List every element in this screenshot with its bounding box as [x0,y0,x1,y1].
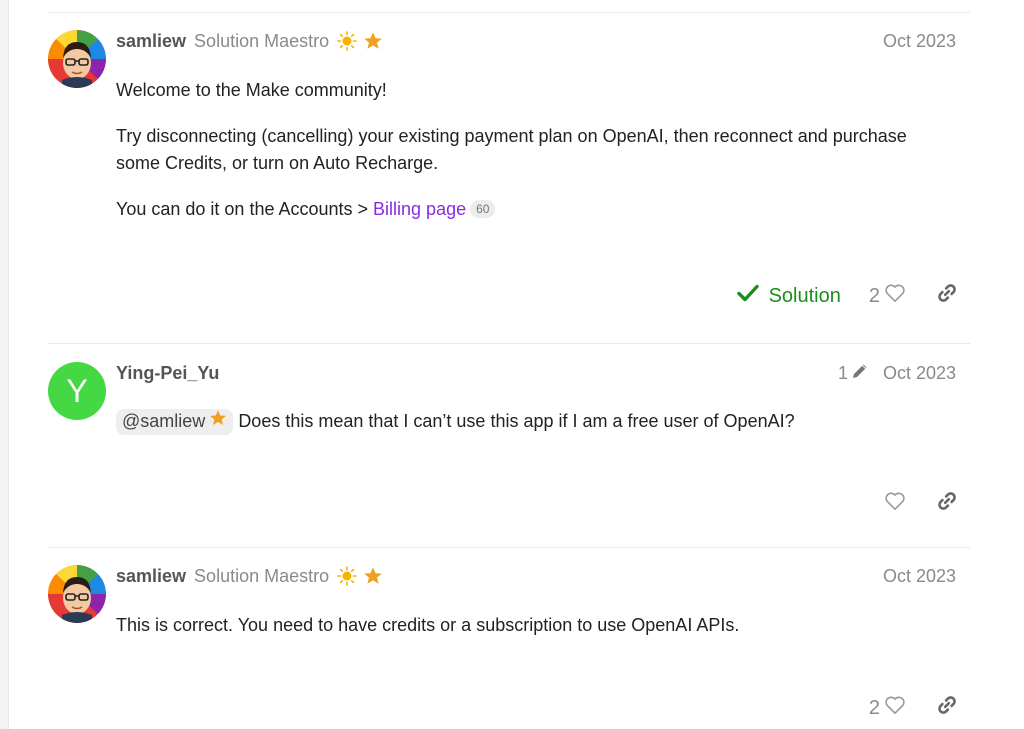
post-meta: samliew Solution Maestro Oct 2023 [116,565,956,587]
share-link-button[interactable] [936,282,958,310]
top-divider [48,12,970,13]
post-actions [884,490,970,518]
like-button[interactable]: 2 [869,283,906,309]
share-link-button[interactable] [936,490,958,518]
post-date[interactable]: Oct 2023 [883,566,956,587]
post-date[interactable]: Oct 2023 [883,31,956,52]
like-button[interactable]: 2 [869,695,906,721]
paragraph: @samliew Does this mean that I can’t use… [116,408,930,435]
share-link-button[interactable] [936,694,958,722]
avatar[interactable] [48,565,106,623]
post-date[interactable]: Oct 2023 [883,363,956,384]
post-divider [48,547,970,548]
mention-samliew[interactable]: @samliew [116,408,234,435]
post-text: Does this mean that I can’t use this app… [238,411,795,431]
username[interactable]: samliew [116,566,186,587]
heart-icon [884,283,906,309]
pencil-icon [851,362,869,385]
star-icon [363,31,383,51]
user-title: Solution Maestro [194,565,330,586]
post-1: samliew Solution Maestro Oct 2023 Welcom… [48,30,970,330]
star-icon [363,566,383,586]
post-2: Y Ying-Pei_Yu 1 Oct 2023 @samliew Does t… [48,362,970,542]
heart-icon [884,695,906,721]
like-button[interactable] [884,491,906,517]
edit-history[interactable]: 1 [838,362,869,385]
edit-count: 1 [837,362,848,383]
post-actions: Solution 2 [736,282,970,310]
link-prefix-text: You can do it on the Accounts > [116,199,374,219]
avatar[interactable]: Y [48,362,106,420]
heart-icon [884,491,906,517]
username[interactable]: Ying-Pei_Yu [116,363,219,384]
post-meta: Ying-Pei_Yu 1 Oct 2023 [116,362,956,384]
paragraph: You can do it on the Accounts > Billing … [116,196,930,223]
post-3: samliew Solution Maestro Oct 2023 This i… [48,565,970,729]
star-icon [209,408,227,435]
link-icon [936,490,958,518]
link-icon [936,282,958,310]
user-title: Solution Maestro [194,30,330,51]
paragraph: This is correct. You need to have credit… [116,615,740,635]
link-click-count: 60 [470,200,496,218]
solution-label: Solution [768,284,841,307]
post-divider [48,343,970,344]
sun-icon [337,566,357,586]
left-rail [0,0,9,729]
sun-icon [337,31,357,51]
link-icon [936,694,958,722]
post-body: This is correct. You need to have credit… [116,612,930,658]
paragraph: Try disconnecting (cancelling) your exis… [116,126,907,173]
username[interactable]: samliew [116,31,186,52]
billing-page-link[interactable]: Billing page [373,199,466,219]
post-body: @samliew Does this mean that I can’t use… [116,408,930,454]
avatar[interactable] [48,30,106,88]
like-count: 2 [868,696,880,719]
solution-button[interactable]: Solution [736,284,841,308]
post-actions: 2 [869,694,970,722]
paragraph: Welcome to the Make community! [116,80,387,100]
check-icon [736,284,759,308]
post-body: Welcome to the Make community! Try disco… [116,77,930,242]
like-count: 2 [868,284,880,307]
post-meta: samliew Solution Maestro Oct 2023 [116,30,956,52]
mention-text: @samliew [122,411,206,431]
